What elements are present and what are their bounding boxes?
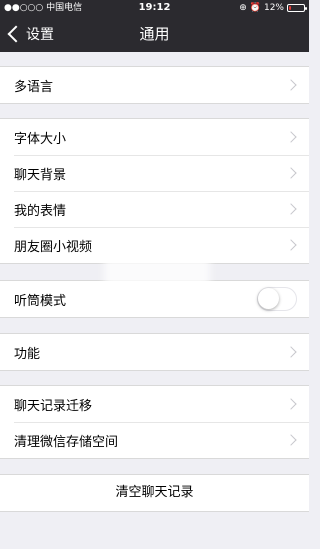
earpiece-mode-toggle[interactable] xyxy=(257,287,297,311)
list-item-label: 多语言 xyxy=(14,79,54,95)
chevron-right-icon xyxy=(285,239,297,251)
toggle-knob xyxy=(258,288,279,309)
list-item-label: 聊天背景 xyxy=(14,167,67,183)
list-item-chat-background[interactable]: 聊天背景 xyxy=(0,155,309,191)
battery-percent: 12% xyxy=(263,3,284,13)
list-item-label: 功能 xyxy=(14,346,41,362)
top-bar: ●●○○○ 中国电信 19:12 ⊕ ⏰ 12% 设置 通用 xyxy=(0,0,309,52)
chevron-right-icon xyxy=(285,203,297,215)
settings-group-language: 多语言 xyxy=(0,66,309,104)
chevron-right-icon xyxy=(285,167,297,179)
list-item-label: 我的表情 xyxy=(14,203,67,219)
list-item-chat-migration[interactable]: 聊天记录迁移 xyxy=(0,386,309,422)
list-item-label: 听筒模式 xyxy=(14,293,67,309)
page-title: 通用 xyxy=(139,25,170,43)
list-item-label: 朋友圈小视频 xyxy=(14,239,93,255)
settings-group-display: 字体大小 聊天背景 我的表情 朋友圈小视频 xyxy=(0,118,309,264)
status-bar: ●●○○○ 中国电信 19:12 ⊕ ⏰ 12% xyxy=(0,0,309,16)
clear-chat-history-button[interactable]: 清空聊天记录 xyxy=(0,474,309,512)
chevron-right-icon xyxy=(285,131,297,143)
list-item-label: 字体大小 xyxy=(14,131,67,147)
settings-group-storage: 聊天记录迁移 清理微信存储空间 xyxy=(0,385,309,459)
chevron-right-icon xyxy=(285,398,297,410)
alarm-icon: ⏰ xyxy=(249,3,261,13)
status-right: ⊕ ⏰ 12% xyxy=(239,0,307,16)
redaction-blur xyxy=(104,256,210,296)
list-item-font-size[interactable]: 字体大小 xyxy=(0,119,309,155)
battery-icon xyxy=(287,4,307,12)
list-item-label: 清理微信存储空间 xyxy=(14,434,119,450)
list-item-my-stickers[interactable]: 我的表情 xyxy=(0,191,309,227)
list-item-label: 聊天记录迁移 xyxy=(14,398,93,414)
list-item-features[interactable]: 功能 xyxy=(0,334,309,370)
settings-group-features: 功能 xyxy=(0,333,309,371)
list-item-language[interactable]: 多语言 xyxy=(0,67,309,103)
chevron-right-icon xyxy=(285,434,297,446)
rotation-lock-icon: ⊕ xyxy=(239,3,247,13)
chevron-right-icon xyxy=(285,79,297,91)
chevron-right-icon xyxy=(285,346,297,358)
navigation-bar: 设置 通用 xyxy=(0,16,309,52)
list-item-storage-cleanup[interactable]: 清理微信存储空间 xyxy=(0,422,309,458)
